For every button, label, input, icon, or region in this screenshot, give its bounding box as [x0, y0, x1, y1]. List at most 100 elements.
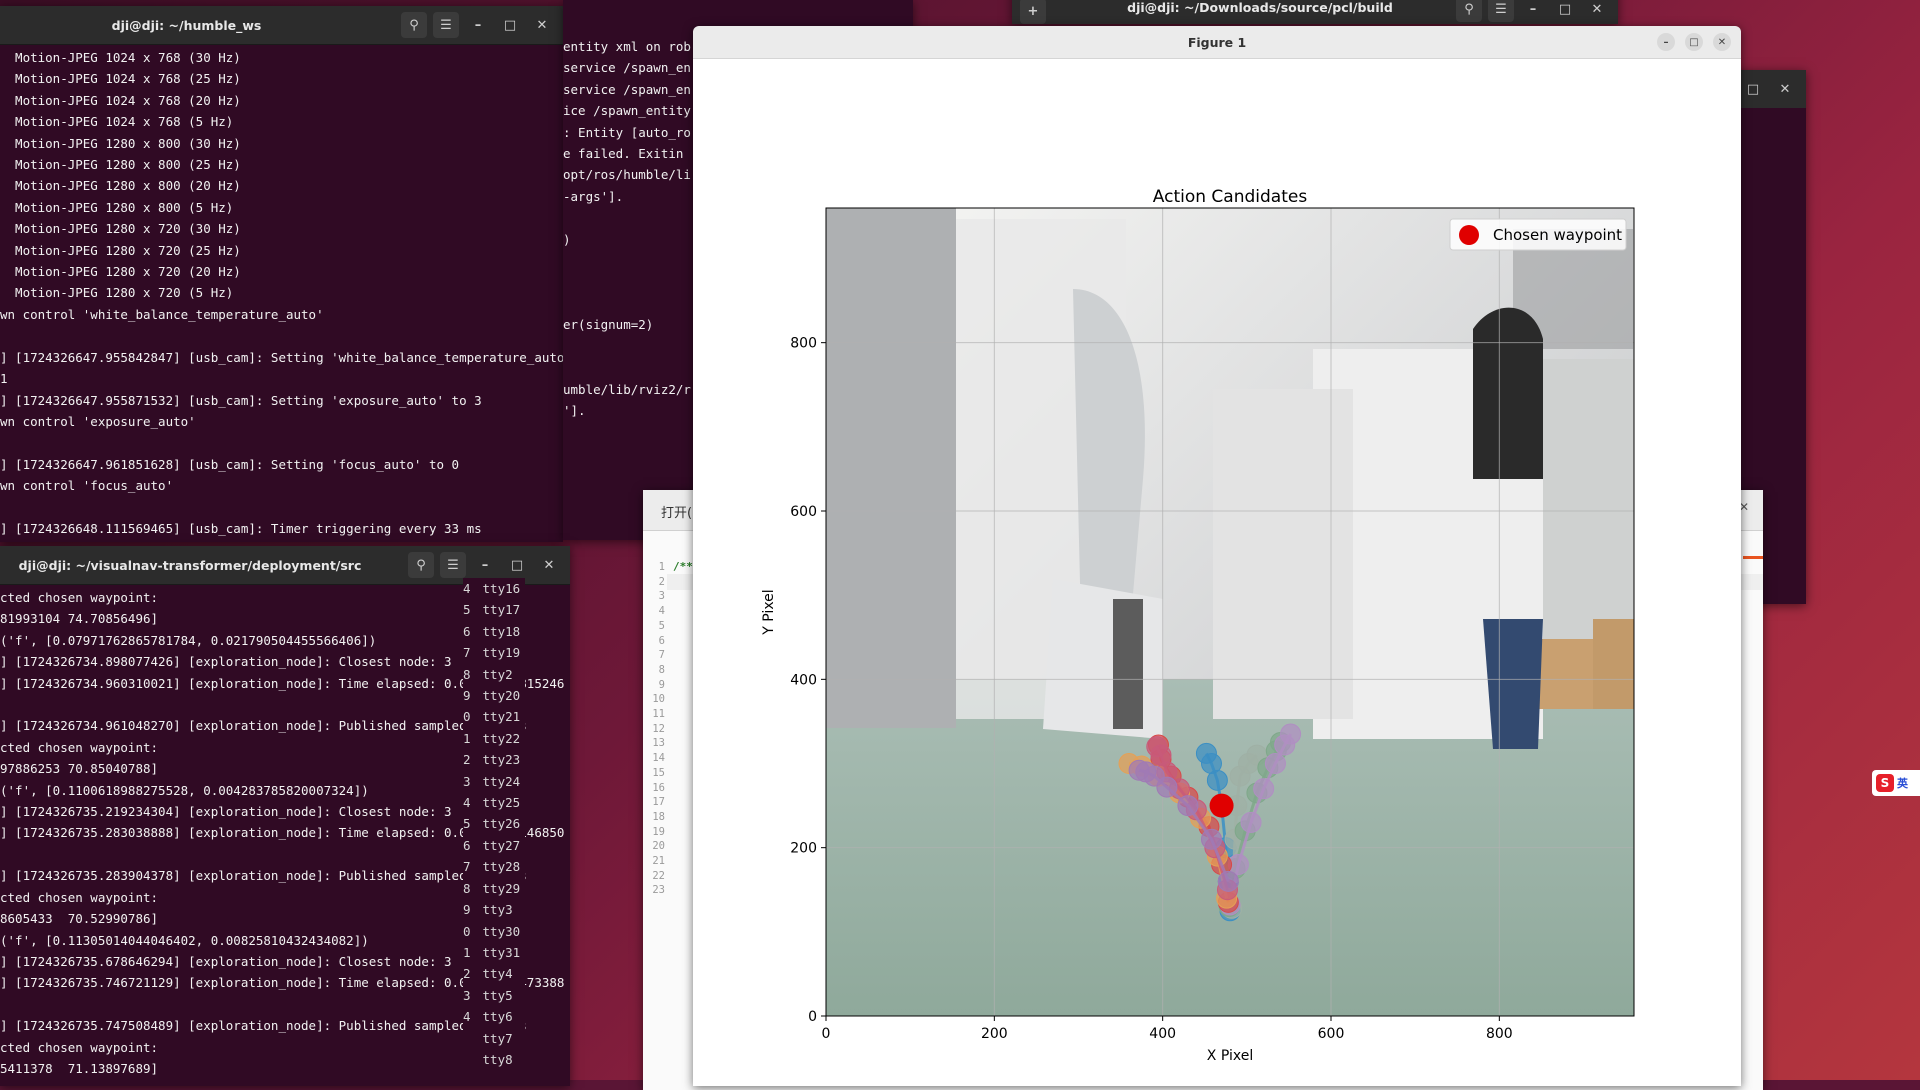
menu-icon[interactable]: ☰ [440, 552, 466, 578]
tty-entry: 9 tty20 [463, 685, 525, 706]
close-icon[interactable]: ✕ [1713, 33, 1731, 51]
trajectory-point [1146, 736, 1168, 758]
line-number: 15 [652, 766, 665, 779]
line-number: 22 [652, 869, 665, 882]
line-number: 5 [658, 619, 665, 632]
y-tick-label: 400 [790, 672, 817, 688]
line-number: 21 [652, 855, 665, 868]
tty-entry: 3 tty24 [463, 771, 525, 792]
minimize-icon[interactable]: – [472, 552, 498, 578]
trajectory-point [1195, 742, 1217, 764]
input-method-indicator[interactable]: S 英 [1872, 770, 1920, 796]
terminal-line: Motion-JPEG 1280 x 720 (25 Hz) [0, 242, 241, 258]
action-candidates-chart[interactable]: 0 200 400 600 800 0 200 400 600 800 Action Candid… [693, 59, 1741, 1086]
maximize-icon[interactable]: □ [504, 552, 530, 578]
tty-entry: tty7 [463, 1028, 525, 1049]
tty-prefix: 0 [463, 923, 471, 939]
y-tick-label: 0 [808, 1009, 817, 1025]
line-number: 4 [658, 605, 665, 618]
line-number: 13 [652, 737, 665, 750]
tty-entry: 4 tty6 [463, 1006, 525, 1027]
y-tick-label: 200 [790, 841, 817, 857]
terminal-line: ] [1724326647.961851628] [usb_cam]: Sett… [0, 456, 460, 472]
input-method-label: 英 [1897, 777, 1908, 790]
maximize-icon[interactable]: □ [497, 12, 523, 38]
maximize-icon[interactable]: □ [1685, 33, 1703, 51]
tty-entry: 5 tty17 [463, 599, 525, 620]
terminal-window-humble-ws[interactable]: dji@dji: ~/humble_ws ⚲ ☰ – □ ✕ Motion-JP… [0, 6, 563, 542]
tty-entry: 6 tty27 [463, 835, 525, 856]
terminal-line: Motion-JPEG 1024 x 768 (20 Hz) [0, 92, 241, 108]
terminal-titlebar[interactable]: dji@dji: ~/humble_ws ⚲ ☰ – □ ✕ [0, 6, 563, 45]
trajectory-point [1264, 753, 1286, 774]
tty-prefix: 5 [463, 816, 471, 832]
minimize-icon[interactable]: – [1657, 33, 1675, 51]
sogou-logo-icon: S [1876, 774, 1894, 792]
terminal-window-pcl-build[interactable]: + dji@dji: ~/Downloads/source/pcl/build … [1012, 0, 1618, 24]
figure-canvas[interactable]: 0 200 400 600 800 0 200 400 600 800 Action Candid… [693, 59, 1741, 1086]
search-icon[interactable]: ⚲ [401, 12, 427, 38]
tty-prefix: 3 [463, 987, 471, 1003]
maximize-icon[interactable]: □ [1552, 0, 1578, 22]
search-icon[interactable]: ⚲ [408, 552, 434, 578]
line-number: 3 [658, 590, 665, 603]
line-number: 2 [658, 575, 665, 588]
tty-prefix: 6 [463, 837, 471, 853]
chart-title: Action Candidates [1153, 187, 1308, 207]
tty-name: tty25 [475, 795, 521, 811]
tty-entry: 2 tty23 [463, 749, 525, 770]
tty-entry: 6 tty18 [463, 621, 525, 642]
legend: Chosen waypoint [1449, 218, 1627, 251]
line-number: 9 [658, 678, 665, 691]
tty-entry: 1 tty22 [463, 728, 525, 749]
tty-prefix: 7 [463, 859, 471, 875]
tty-name: tty16 [475, 581, 521, 596]
maximize-icon[interactable]: □ [1740, 76, 1766, 102]
x-tick-label: 0 [822, 1026, 831, 1042]
tty-entry: 7 tty19 [463, 642, 525, 663]
tty-name: tty19 [475, 645, 521, 661]
tty-entry: 4 tty16 [463, 578, 525, 599]
tty-name: tty23 [475, 752, 521, 768]
line-number: 6 [658, 634, 665, 647]
y-axis-label: Y Pixel [761, 589, 777, 635]
trajectory-point [1253, 778, 1275, 800]
chosen-waypoint-marker [1209, 793, 1234, 818]
terminal-line: ] [1724326647.955871532] [usb_cam]: Sett… [0, 392, 482, 408]
close-icon[interactable]: ✕ [1584, 0, 1610, 22]
editor-first-line[interactable]: /** [673, 560, 693, 573]
y-tick-label: 600 [790, 504, 817, 520]
tty-name: tty30 [475, 923, 521, 939]
close-icon[interactable]: ✕ [529, 12, 555, 38]
terminal-line: ] [1724326648.111569465] [usb_cam]: Time… [0, 520, 482, 536]
open-button[interactable]: 打开( [661, 502, 692, 521]
trajectory-point [1200, 828, 1222, 850]
minimize-icon[interactable]: – [465, 12, 491, 38]
x-tick-label: 200 [981, 1026, 1008, 1042]
menu-icon[interactable]: ☰ [433, 12, 459, 38]
x-tick-label: 800 [1486, 1026, 1513, 1042]
tty-name: tty26 [475, 816, 521, 832]
line-number: 16 [652, 781, 665, 794]
tty-entry: 8 tty2 [463, 664, 525, 685]
close-icon[interactable]: ✕ [1772, 76, 1798, 102]
trajectory-point [1280, 723, 1302, 745]
figure-titlebar[interactable]: Figure 1 – □ ✕ [693, 26, 1741, 59]
line-number: 23 [652, 884, 665, 897]
terminal-output[interactable]: Motion-JPEG 1024 x 768 (30 Hz) Motion-JP… [0, 45, 563, 542]
trajectory-point [1240, 811, 1262, 833]
tty-name: tty20 [475, 688, 521, 704]
tty-prefix: 7 [463, 645, 471, 661]
terminal-line: Motion-JPEG 1024 x 768 (25 Hz) [0, 71, 241, 87]
search-icon[interactable]: ⚲ [1456, 0, 1482, 22]
line-numbers: 1 2 3 4 5 6 7 8 9 10 11 12 13 14 15 16 17 18 19 20 21 22 23 [643, 560, 665, 898]
tty-name: tty8 [475, 1051, 513, 1067]
line-number: 1 [658, 561, 665, 573]
tty-name: tty7 [475, 1030, 513, 1046]
y-tick-label: 800 [790, 336, 817, 352]
menu-icon[interactable]: ☰ [1488, 0, 1514, 22]
figure-window[interactable]: Figure 1 – □ ✕ 0 200 400 600 800 0 200 4… [693, 26, 1741, 1086]
minimize-icon[interactable]: – [1520, 0, 1546, 22]
close-icon[interactable]: ✕ [536, 552, 562, 578]
